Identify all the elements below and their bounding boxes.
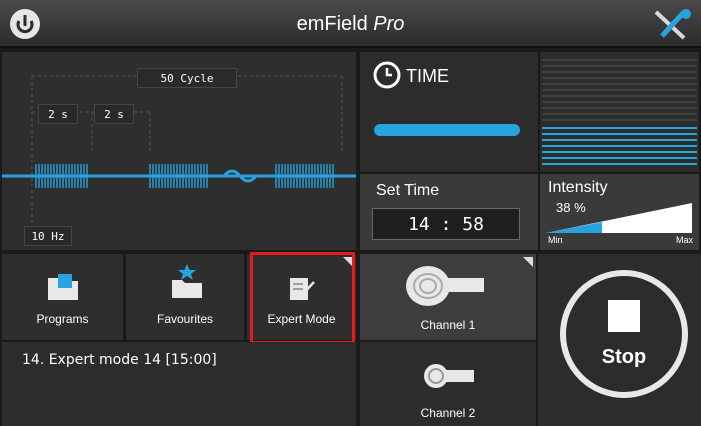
- off-time-label: 2 s: [94, 104, 134, 124]
- programs-button[interactable]: Programs: [2, 254, 125, 340]
- favourites-folder-icon: [172, 264, 202, 298]
- app-title: emField Pro: [0, 0, 701, 48]
- header-bar: emField Pro: [0, 0, 701, 48]
- folder-icon: [48, 274, 78, 300]
- corner-indicator-icon: [523, 257, 533, 267]
- frequency-label: 10 Hz: [24, 226, 72, 246]
- tools-icon[interactable]: [650, 8, 694, 42]
- on-time-label: 2 s: [38, 104, 78, 124]
- stop-panel: Stop: [538, 254, 701, 426]
- intensity-label: Intensity: [548, 179, 608, 196]
- channel-1-label: Channel 1: [420, 318, 476, 332]
- time-label: TIME: [406, 66, 449, 86]
- stop-label: Stop: [601, 346, 647, 368]
- app-name: emField: [296, 13, 368, 35]
- time-panel: TIME: [360, 52, 538, 172]
- programs-label: Programs: [36, 312, 89, 326]
- favourites-button[interactable]: Favourites: [126, 254, 246, 340]
- stop-button[interactable]: Stop: [560, 270, 688, 398]
- channel-1-button[interactable]: Channel 1: [360, 254, 536, 340]
- set-time-label: Set Time: [376, 182, 440, 199]
- applicator-small-icon: [424, 364, 474, 388]
- expert-mode-highlight: [250, 252, 355, 344]
- app-variant: Pro: [373, 13, 405, 35]
- intensity-max-label: Max: [676, 235, 694, 245]
- time-progress-bar: [374, 124, 520, 136]
- channel-2-button[interactable]: Channel 2: [360, 342, 536, 426]
- stop-square-icon: [608, 300, 640, 332]
- intensity-slider[interactable]: [544, 202, 694, 234]
- intensity-panel[interactable]: Intensity 38 % Min Max: [540, 174, 699, 250]
- program-description: 14. Expert mode 14 [15:00]: [22, 352, 217, 368]
- channel-2-label: Channel 2: [420, 406, 476, 420]
- waveform-panel: 50 Cycle 2 s 2 s 10 Hz: [2, 52, 356, 250]
- cycle-label: 50 Cycle: [137, 68, 237, 88]
- clock-icon: [373, 61, 401, 89]
- program-info-panel: 14. Expert mode 14 [15:00]: [2, 342, 356, 426]
- intensity-bars-visual: [540, 52, 699, 172]
- intensity-min-label: Min: [548, 235, 563, 245]
- favourites-label: Favourites: [156, 312, 214, 326]
- set-time-value[interactable]: 14 : 58: [372, 208, 520, 240]
- applicator-large-icon: [406, 266, 484, 306]
